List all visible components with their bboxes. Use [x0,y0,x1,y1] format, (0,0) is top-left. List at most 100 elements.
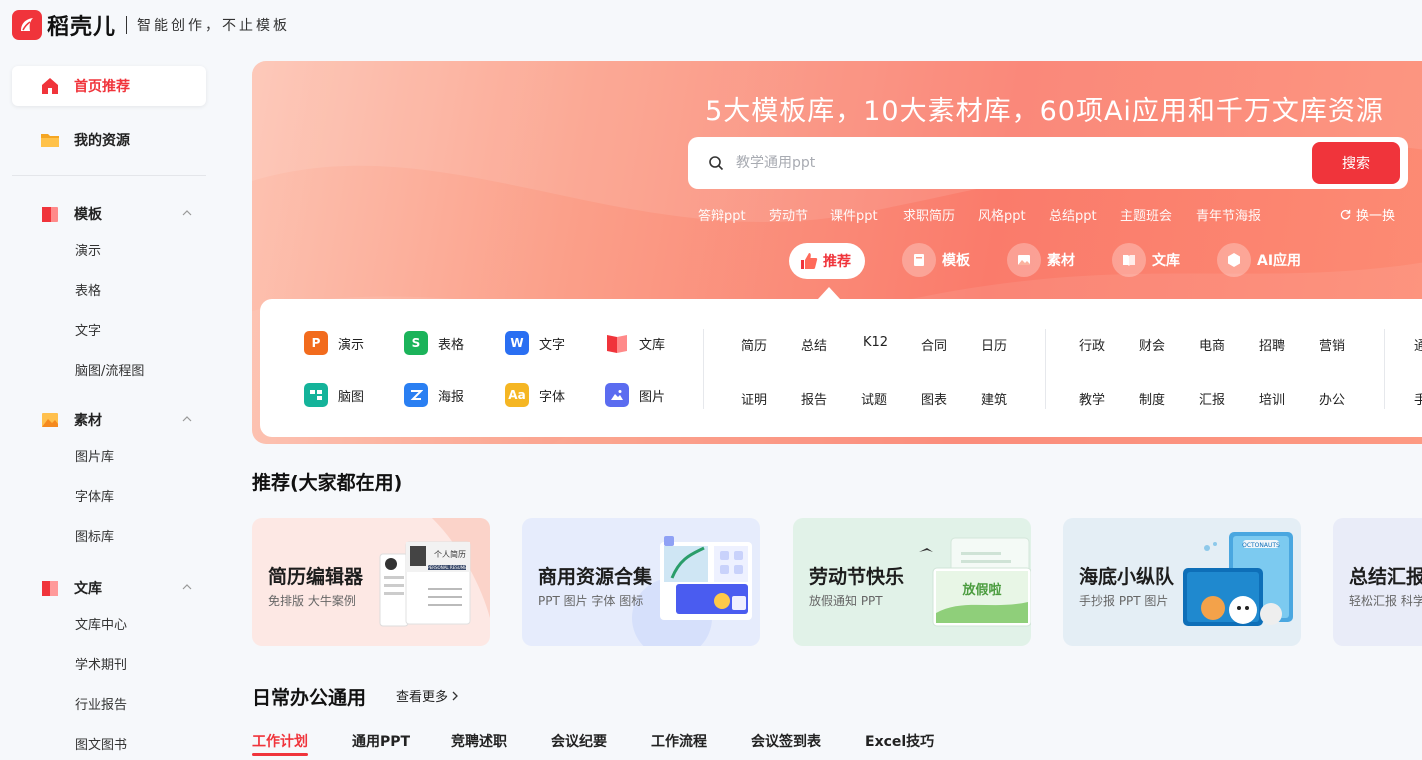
tab-recommend[interactable]: 推荐 [789,243,865,279]
tab-ai-apps[interactable]: AI应用 [1217,241,1301,279]
keyword-link[interactable]: 教学 [1079,389,1105,408]
keyword-link[interactable]: 试题 [861,389,887,408]
app-font[interactable]: Aa 字体 [505,383,565,407]
ai-tab-icon [1217,243,1251,277]
card-commercial-resources[interactable]: 商用资源合集 PPT 图片 字体 图标 [522,518,760,646]
sidebar-divider [12,175,206,176]
refresh-button[interactable]: 换一换 [1340,205,1395,224]
keyword-link[interactable]: 建筑 [981,389,1007,408]
card-labor-day[interactable]: 放假啦 劳动节快乐 放假通知 PPT [793,518,1031,646]
category-panel: P 演示 S 表格 W 文字 文库 脑图 海报 Aa 字体 图片 简历 总结 K… [260,299,1422,437]
hot-search-word[interactable]: 风格ppt [978,205,1026,224]
chevron-up-icon[interactable] [182,208,192,218]
sidebar-subitem[interactable]: 脑图/流程图 [75,362,144,382]
tab-job-report[interactable]: 竞聘述职 [451,731,507,751]
keyword-link[interactable]: 汇报 [1199,389,1225,408]
sidebar-subitem[interactable]: 演示 [75,242,101,262]
keyword-link[interactable]: 财会 [1139,335,1165,354]
keyword-link[interactable]: 报告 [801,389,827,408]
refresh-icon [1340,209,1351,220]
sidebar-item-home[interactable]: 首页推荐 [12,66,206,106]
keyword-link[interactable]: K12 [863,335,888,350]
view-more-link[interactable]: 查看更多 [396,686,460,705]
app-label: 表格 [438,337,465,353]
sidebar-subitem[interactable]: 行业报告 [75,696,127,716]
sidebar-subitem[interactable]: 图文图书 [75,736,127,756]
hot-search-word[interactable]: 总结ppt [1049,205,1097,224]
app-presentation[interactable]: P 演示 [304,331,364,355]
hot-search-word[interactable]: 答辩ppt [698,205,746,224]
material-tab-icon [1007,243,1041,277]
keyword-link[interactable]: 招聘 [1259,335,1285,354]
app-writer[interactable]: W 文字 [505,331,565,355]
active-tab-underline [252,753,308,756]
keyword-link[interactable]: 通 [1414,335,1422,354]
tab-work-plan[interactable]: 工作计划 [252,731,308,751]
card-resume-editor[interactable]: 个人简历 PERSONAL RESUME 简历编辑器 免排版 大牛案例 [252,518,490,646]
keyword-link[interactable]: 简历 [741,335,767,354]
sidebar-group-library[interactable]: 文库 [40,576,192,600]
card-summary-report[interactable]: 总结汇报 轻松汇报 科学 [1333,518,1422,646]
hot-search-word[interactable]: 主题班会 [1120,205,1172,224]
keyword-link[interactable]: 总结 [801,335,827,354]
tab-label: 模板 [942,253,970,269]
keyword-link[interactable]: 日历 [981,335,1007,354]
sidebar-subitem[interactable]: 图片库 [75,448,114,468]
octonauts-thumbnail-text: OCTONAUTS [1242,542,1280,549]
card-subtitle: 免排版 大牛案例 [268,594,356,608]
home-icon [42,78,58,94]
tab-library[interactable]: 文库 [1112,241,1180,279]
font-icon: Aa [505,383,529,407]
sidebar-item-my-resources[interactable]: 我的资源 [12,120,206,160]
tab-material[interactable]: 素材 [1007,241,1075,279]
keyword-link[interactable]: 图表 [921,389,947,408]
brand-name[interactable]: 稻壳儿 [47,9,116,41]
keyword-link[interactable]: 合同 [921,335,947,354]
sidebar-subitem[interactable]: 学术期刊 [75,656,127,676]
logo-icon[interactable] [12,10,42,40]
tab-general-ppt[interactable]: 通用PPT [352,731,410,751]
hot-search-word[interactable]: 课件ppt [830,205,878,224]
search-input[interactable] [736,155,1276,171]
app-spreadsheet[interactable]: S 表格 [404,331,464,355]
hot-search-word[interactable]: 青年节海报 [1196,205,1261,224]
app-library[interactable]: 文库 [605,331,665,355]
keyword-link[interactable]: 手 [1414,389,1422,408]
hot-search-word[interactable]: 求职简历 [903,205,955,224]
card-subtitle: 放假通知 PPT [809,594,883,608]
labor-day-thumbnail-text: 放假啦 [961,582,1001,598]
keyword-link[interactable]: 营销 [1319,335,1345,354]
sidebar-group-template[interactable]: 模板 [40,202,192,226]
panel-divider [703,329,704,409]
keyword-link[interactable]: 办公 [1319,389,1345,408]
hot-search-word[interactable]: 劳动节 [769,205,808,224]
tab-meeting-minutes[interactable]: 会议纪要 [551,731,607,751]
app-label: 图片 [639,389,666,405]
chevron-up-icon[interactable] [182,582,192,592]
keyword-link[interactable]: 电商 [1199,335,1225,354]
tab-signin-sheet[interactable]: 会议签到表 [751,731,821,751]
sidebar-subitem[interactable]: 表格 [75,282,101,302]
sidebar-subitem[interactable]: 字体库 [75,488,114,508]
sidebar-subitem[interactable]: 文字 [75,322,101,342]
app-poster[interactable]: 海报 [404,383,464,407]
keyword-link[interactable]: 制度 [1139,389,1165,408]
tab-template[interactable]: 模板 [902,241,970,279]
panel-divider [1384,329,1385,409]
app-image[interactable]: 图片 [605,383,665,407]
keyword-link[interactable]: 证明 [741,389,767,408]
card-octonauts[interactable]: OCTONAUTS 海底小纵队 手抄报 PPT 图片 [1063,518,1301,646]
search-button[interactable]: 搜索 [1312,142,1400,184]
tab-excel-tips[interactable]: Excel技巧 [865,731,934,751]
app-mindmap[interactable]: 脑图 [304,383,364,407]
tab-workflow[interactable]: 工作流程 [651,731,707,751]
sidebar-subitem[interactable]: 图标库 [75,528,114,548]
poster-icon [404,383,428,407]
sidebar-group-label: 模板 [74,207,102,223]
sidebar-group-material[interactable]: 素材 [40,408,192,432]
keyword-link[interactable]: 行政 [1079,335,1105,354]
keyword-link[interactable]: 培训 [1259,389,1285,408]
sidebar-subitem[interactable]: 文库中心 [75,616,127,636]
chevron-up-icon[interactable] [182,414,192,424]
search-icon [709,156,724,171]
